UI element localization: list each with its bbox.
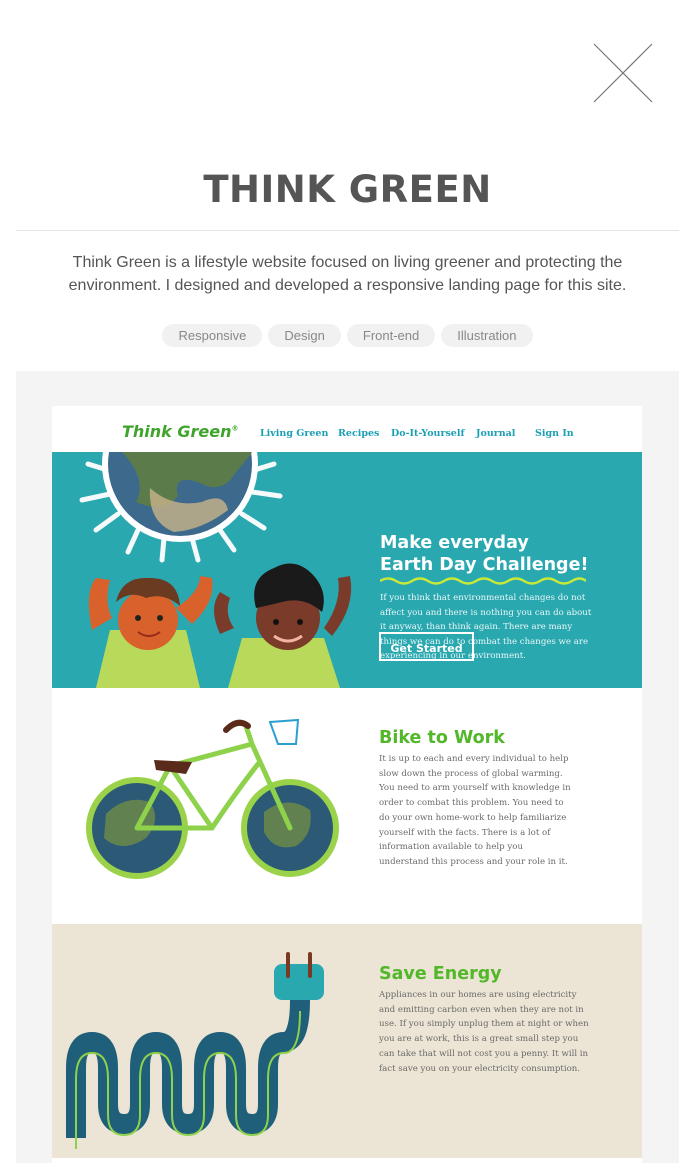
energy-text: Appliances in our homes are using electr…: [379, 990, 589, 1074]
nav-link-diy: Do-It-Yourself: [391, 428, 465, 439]
bike-section: Bike to Work It is up to each and every …: [52, 688, 642, 924]
nav-link-recipes: Recipes: [338, 428, 380, 439]
nav-link-journal: Journal: [476, 428, 516, 439]
project-screenshot: Think Green® Living Green Recipes Do-It-…: [52, 406, 642, 1163]
hero-title: Make everyday Earth Day Challenge!: [380, 533, 589, 575]
title-divider: [16, 230, 679, 231]
site-nav: Think Green® Living Green Recipes Do-It-…: [52, 406, 642, 452]
tag-illustration[interactable]: Illustration: [441, 324, 533, 347]
tag-list: Responsive Design Front-end Illustration: [0, 324, 695, 347]
project-description: Think Green is a lifestyle website focus…: [68, 254, 627, 294]
close-button[interactable]: [592, 42, 654, 104]
plug-illustration: [66, 952, 324, 1149]
hero-illustration: [79, 452, 352, 688]
bike-text: It is up to each and every individual to…: [379, 754, 571, 867]
get-started-button[interactable]: Get Started: [379, 632, 474, 661]
hero-section: Make everyday Earth Day Challenge! If you…: [52, 452, 642, 688]
energy-title: Save Energy: [379, 964, 502, 984]
site-logo: Think Green®: [122, 422, 239, 441]
nav-link-living-green: Living Green: [260, 428, 329, 439]
project-title: THINK GREEN: [203, 168, 492, 211]
bicycle-illustration: [86, 718, 339, 879]
tag-design[interactable]: Design: [268, 324, 341, 347]
energy-section: Save Energy Appliances in our homes are …: [52, 924, 642, 1158]
tag-front-end[interactable]: Front-end: [346, 324, 436, 347]
tag-responsive[interactable]: Responsive: [162, 324, 263, 347]
bike-title: Bike to Work: [379, 728, 505, 748]
wave-divider-icon: [380, 577, 586, 585]
close-icon: [593, 43, 653, 103]
nav-link-sign-in: Sign In: [535, 428, 574, 439]
